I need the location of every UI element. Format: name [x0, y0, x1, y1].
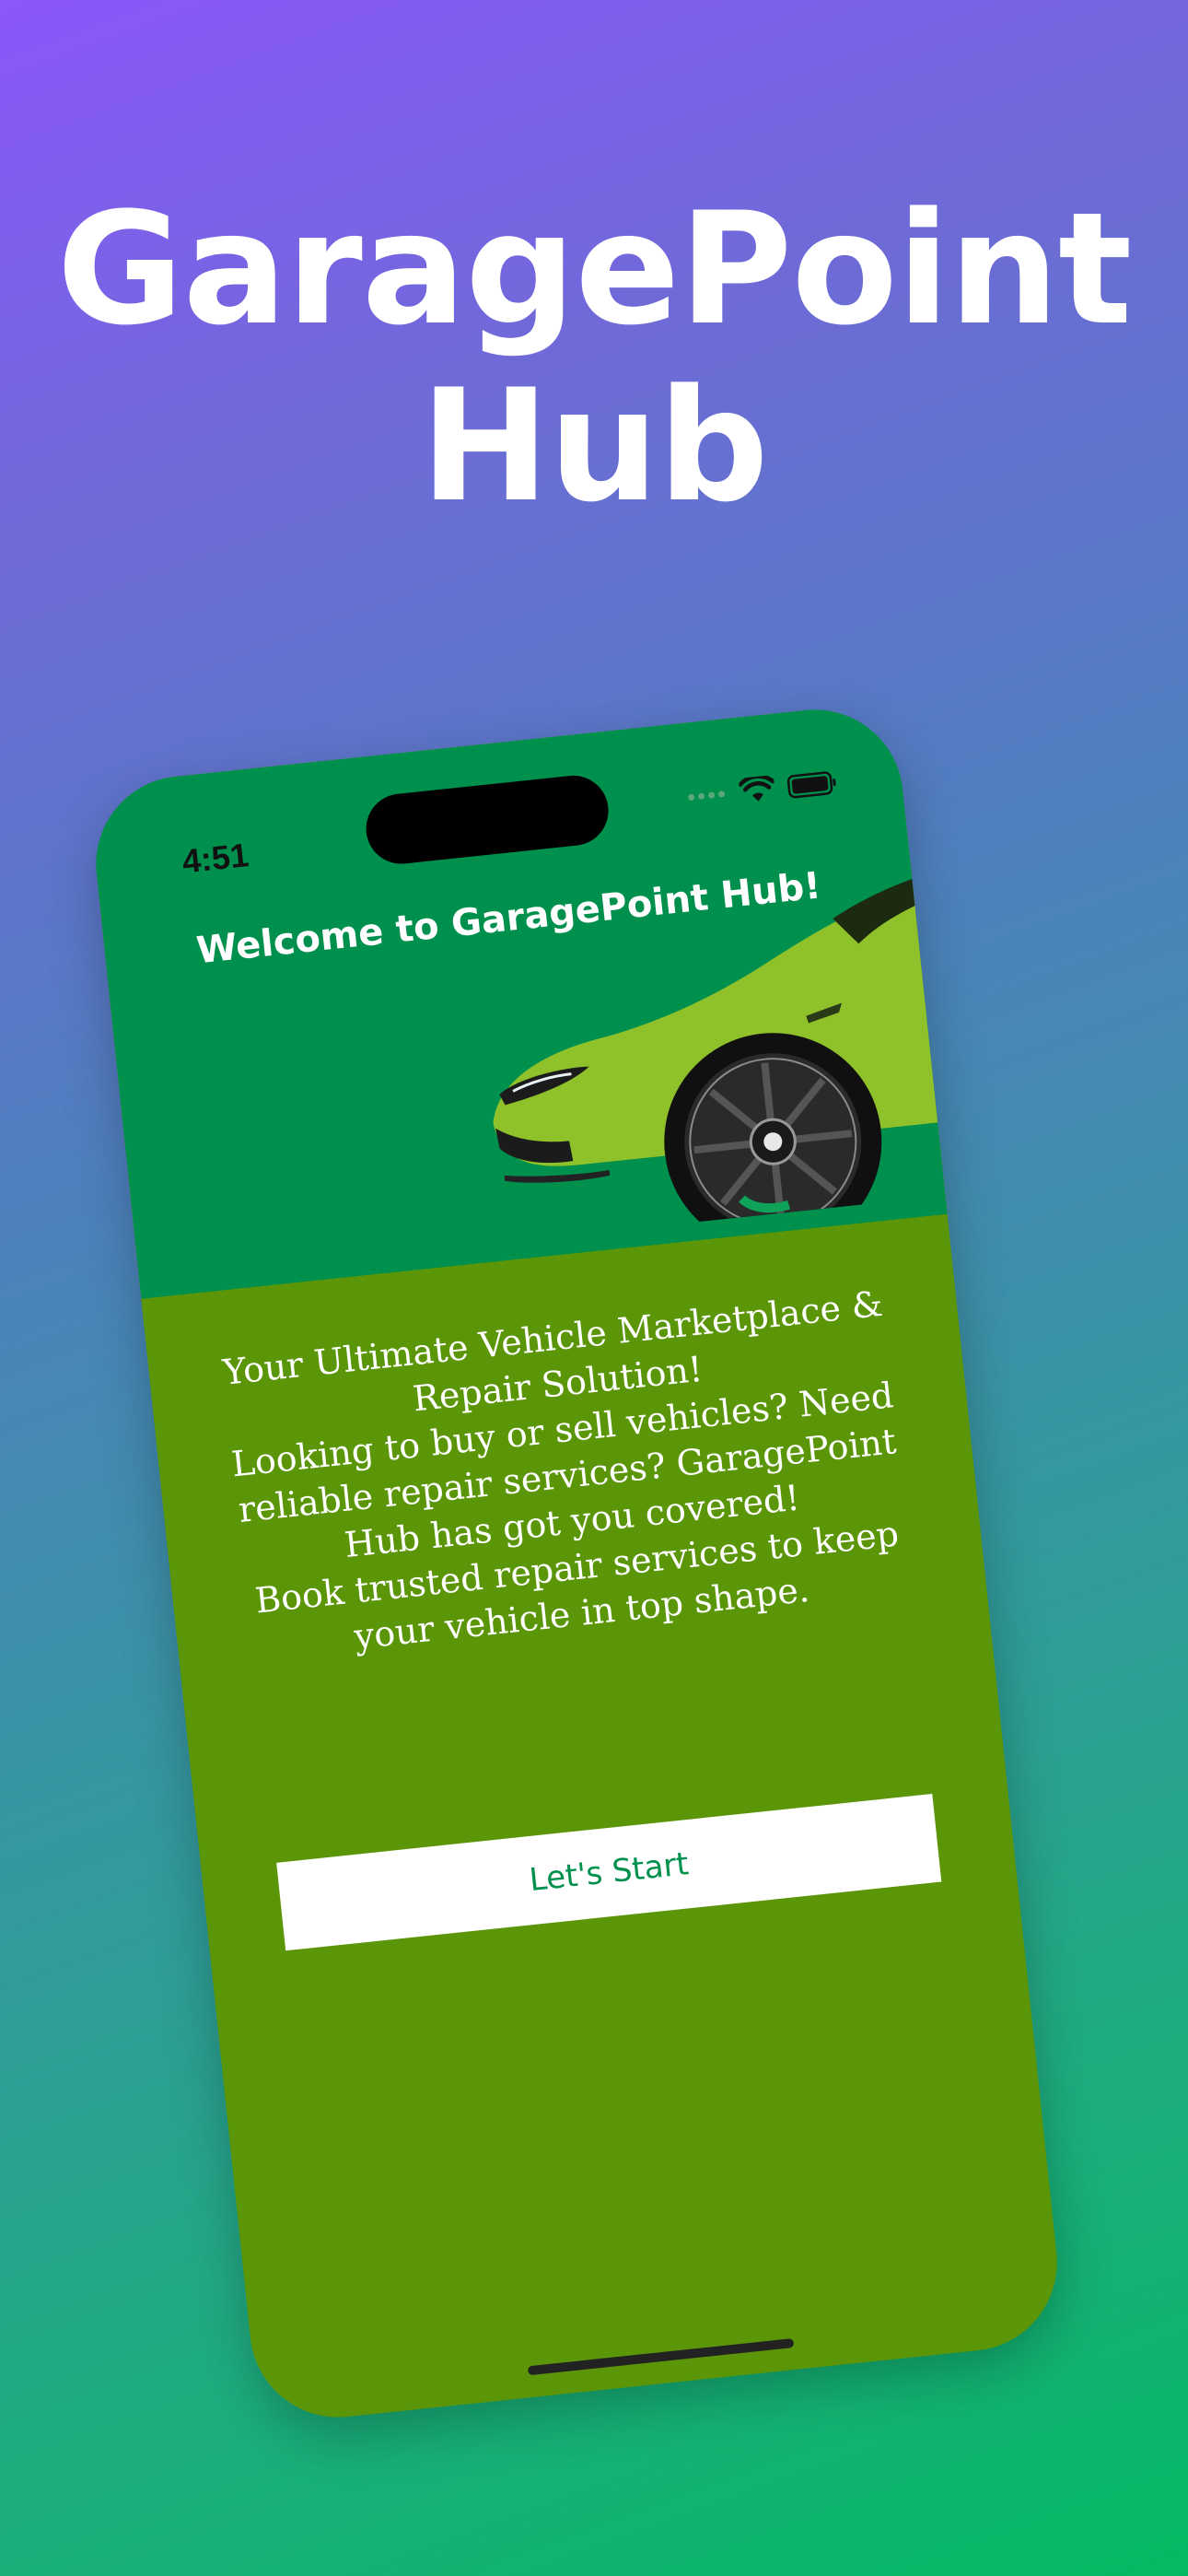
battery-icon [786, 771, 836, 799]
wifi-icon [738, 774, 775, 802]
phone-mockup: 4:51 Welcome to GaragePoint Hub! Your Ul… [87, 700, 1066, 2427]
headline-line-2: Hub [420, 356, 768, 536]
signal-dots-icon [688, 790, 726, 801]
headline-line-1: GaragePoint [56, 179, 1133, 359]
status-bar-time: 4:51 [180, 836, 250, 881]
car-image [493, 875, 948, 1246]
promo-headline: GaragePoint Hub [0, 181, 1188, 534]
